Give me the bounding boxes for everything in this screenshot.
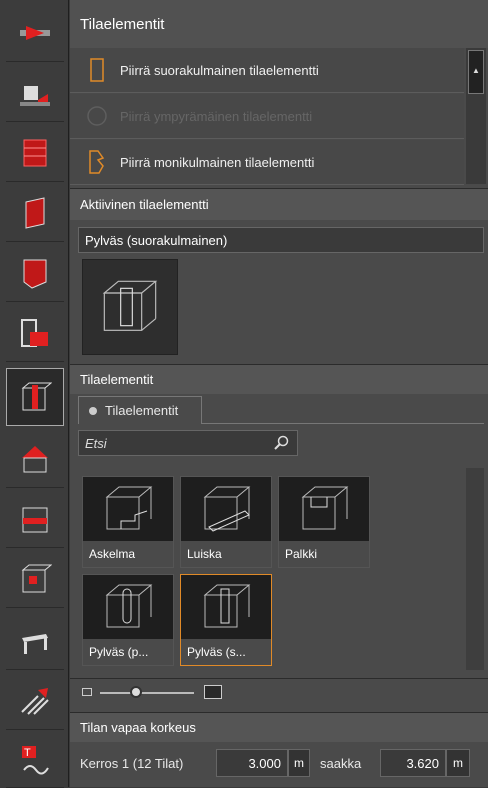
- library-item-pylvas-suorakulmainen[interactable]: Pylväs (s...: [180, 574, 272, 666]
- large-thumbnail-icon[interactable]: [204, 685, 222, 699]
- thumbnail-size-slider[interactable]: [70, 678, 488, 707]
- height-from-unit: m: [288, 749, 310, 777]
- step-icon: [105, 486, 153, 530]
- library-tab-label: Tilaelementit: [105, 403, 179, 418]
- to-label: saakka: [320, 756, 362, 771]
- library-item-luiska[interactable]: Luiska: [180, 476, 272, 568]
- wall-plane-icon[interactable]: [6, 184, 64, 242]
- floor-label: Kerros 1 (12 Tilat): [80, 756, 184, 771]
- draw-circular-button[interactable]: Piirrä ympyrämäinen tilaelementti: [70, 94, 464, 139]
- search-input[interactable]: Etsi: [78, 430, 298, 456]
- menu-scrollbar[interactable]: ▲: [466, 48, 486, 184]
- palette-panel: Tilaelementit Piirrä suorakulmainen tila…: [70, 0, 488, 787]
- small-thumbnail-icon[interactable]: [82, 688, 92, 696]
- circle-icon: [86, 103, 108, 129]
- active-element-preview: [82, 259, 178, 355]
- draw-rectangular-label: Piirrä suorakulmainen tilaelementti: [120, 62, 319, 78]
- section-icon[interactable]: [6, 304, 64, 362]
- slab-icon[interactable]: [6, 244, 64, 302]
- polygon-icon: [86, 149, 108, 175]
- beam-icon: [301, 486, 349, 530]
- library-item-pylvas-pyorea[interactable]: Pylväs (p...: [82, 574, 174, 666]
- text-icon[interactable]: T: [6, 730, 64, 788]
- active-element-field[interactable]: Pylväs (suorakulmainen): [78, 227, 484, 253]
- ramp-icon: [203, 486, 251, 532]
- height-to-input[interactable]: 3.620: [380, 749, 446, 777]
- column-element-icon[interactable]: [6, 368, 64, 426]
- height-from-input[interactable]: 3.000: [216, 749, 288, 777]
- story-box-icon[interactable]: [6, 490, 64, 548]
- slider-handle[interactable]: [130, 686, 142, 698]
- library-item-askelma[interactable]: Askelma: [82, 476, 174, 568]
- library-item-label: Askelma: [83, 541, 173, 567]
- library-item-label: Pylväs (p...: [83, 639, 173, 665]
- draw-circular-label: Piirrä ympyrämäinen tilaelementti: [120, 108, 313, 124]
- arrows-icon[interactable]: [6, 4, 64, 62]
- draw-polygon-button[interactable]: Piirrä monikulmainen tilaelementti: [70, 140, 464, 185]
- face-box-icon[interactable]: [6, 550, 64, 608]
- tab-strip: [202, 396, 484, 424]
- height-to-unit: m: [446, 749, 470, 777]
- active-element-title: Aktiivinen tilaelementti: [70, 188, 488, 220]
- library-item-label: Pylväs (s...: [181, 639, 271, 665]
- draw-rectangular-button[interactable]: Piirrä suorakulmainen tilaelementti: [70, 48, 464, 93]
- svg-text:T: T: [24, 747, 31, 759]
- roof-box-icon[interactable]: [6, 430, 64, 488]
- tool-palette: T: [0, 0, 69, 788]
- hatch-icon[interactable]: [6, 672, 64, 730]
- grid-scrollbar[interactable]: [466, 468, 484, 670]
- search-placeholder: Etsi: [85, 435, 107, 451]
- table-icon[interactable]: [6, 612, 64, 670]
- column-preview-icon: [102, 280, 158, 331]
- search-icon[interactable]: [273, 435, 289, 451]
- free-height-title: Tilan vapaa korkeus: [70, 712, 488, 742]
- library-tab[interactable]: Tilaelementit: [78, 396, 202, 424]
- library-title: Tilaelementit: [70, 364, 488, 394]
- free-height-row: Kerros 1 (12 Tilat) 3.000 m saakka 3.620…: [70, 744, 488, 787]
- library-item-label: Palkki: [279, 541, 369, 567]
- rectangle-icon: [86, 57, 108, 83]
- draw-polygon-label: Piirrä monikulmainen tilaelementti: [120, 154, 315, 170]
- scroll-up-icon[interactable]: ▲: [468, 50, 484, 94]
- slider-track[interactable]: [100, 692, 194, 694]
- rect-column-icon: [203, 584, 251, 628]
- tab-bullet-icon: [89, 406, 97, 415]
- round-column-icon: [105, 584, 153, 628]
- room-stack-icon[interactable]: [6, 124, 64, 182]
- library-item-palkki[interactable]: Palkki: [278, 476, 370, 568]
- library-item-label: Luiska: [181, 541, 271, 567]
- panel-title: Tilaelementit: [70, 0, 488, 48]
- object-icon[interactable]: [6, 64, 64, 122]
